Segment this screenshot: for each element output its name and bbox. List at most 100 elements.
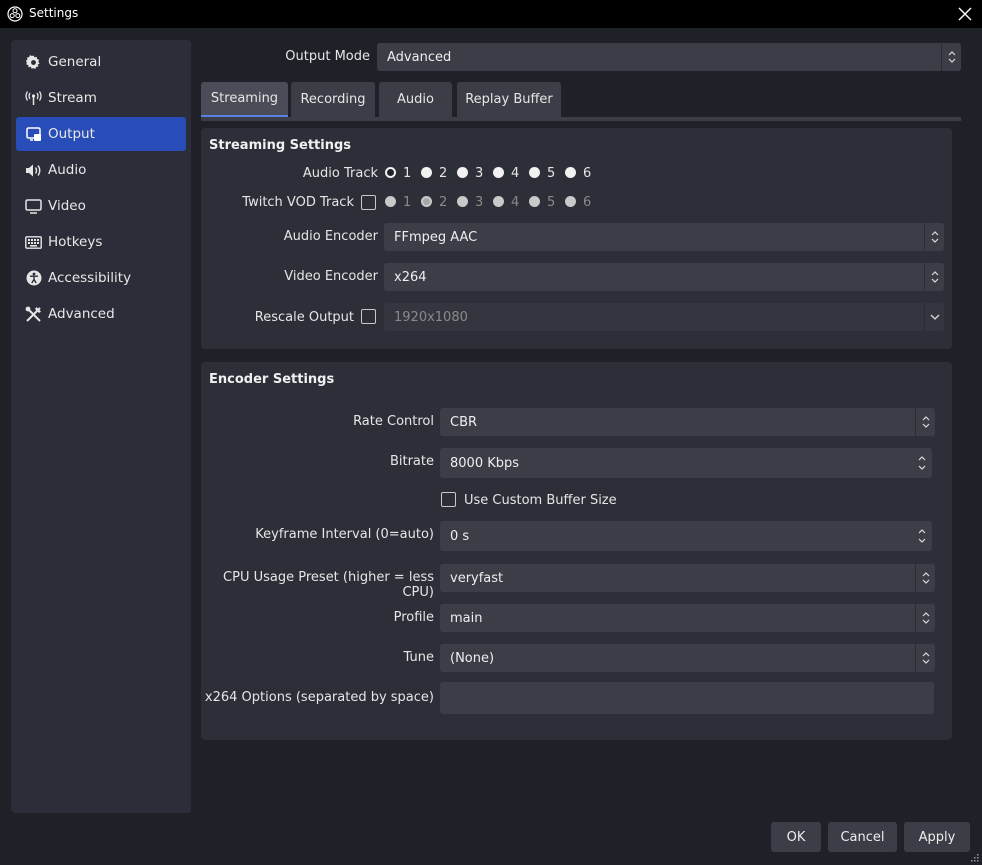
sidebar-item-accessibility[interactable]: Accessibility	[16, 261, 186, 295]
x264-options-input[interactable]	[440, 682, 934, 714]
twitch-track-label-6: 6	[583, 195, 592, 210]
profile-value: main	[450, 610, 483, 626]
rescale-output-label: Rescale Output	[254, 310, 354, 325]
audio-encoder-value: FFmpeg AAC	[394, 229, 478, 245]
tune-value: (None)	[450, 650, 495, 666]
updown-arrows-icon	[941, 43, 961, 71]
updown-arrows-icon	[915, 564, 935, 592]
profile-select[interactable]: main	[440, 604, 935, 632]
audio-track-radio-5[interactable]	[529, 167, 540, 178]
audio-track-radio-6[interactable]	[565, 167, 576, 178]
updown-arrows-icon	[915, 408, 935, 436]
twitch-vod-checkbox[interactable]	[361, 195, 376, 210]
audio-track-radio-1[interactable]	[385, 167, 396, 178]
audio-track-radio-3[interactable]	[457, 167, 468, 178]
cancel-button[interactable]: Cancel	[828, 822, 897, 852]
twitch-track-radio-2[interactable]	[421, 196, 432, 207]
cpu-preset-value: veryfast	[450, 570, 504, 586]
settings-sidebar: General Stream Output Audio Video Hotkey…	[11, 40, 191, 813]
audio-track-radio-4[interactable]	[493, 167, 504, 178]
updown-arrows-icon	[924, 223, 944, 251]
rescale-resolution-value: 1920x1080	[394, 309, 468, 325]
sidebar-item-output[interactable]: Output	[16, 117, 186, 151]
rate-control-select[interactable]: CBR	[440, 408, 935, 436]
sidebar-item-general[interactable]: General	[16, 45, 186, 79]
spin-arrows-icon[interactable]	[912, 521, 932, 551]
audio-encoder-label: Audio Encoder	[283, 229, 378, 244]
sidebar-item-label: Accessibility	[48, 270, 132, 286]
keyframe-interval-label: Keyframe Interval (0=auto)	[255, 527, 434, 542]
audio-track-radio-2[interactable]	[421, 167, 432, 178]
sidebar-item-label: Advanced	[48, 306, 115, 322]
video-encoder-label: Video Encoder	[284, 269, 378, 284]
rescale-output-checkbox[interactable]	[361, 309, 376, 324]
twitch-track-radio-3[interactable]	[457, 196, 468, 207]
tab-label: Streaming	[210, 91, 279, 106]
twitch-track-label-4: 4	[511, 195, 520, 210]
output-mode-label: Output Mode	[285, 49, 370, 64]
twitch-track-label-1: 1	[403, 195, 412, 210]
sidebar-item-video[interactable]: Video	[16, 189, 186, 223]
encoder-settings-title: Encoder Settings	[209, 372, 335, 387]
accessibility-icon	[25, 270, 42, 287]
twitch-track-label-2: 2	[439, 195, 448, 210]
obs-logo-icon	[7, 6, 23, 22]
streaming-settings-title: Streaming Settings	[209, 138, 352, 153]
video-encoder-select[interactable]: x264	[384, 263, 944, 291]
custom-buffer-checkbox[interactable]	[441, 492, 456, 507]
audio-track-label: Audio Track	[302, 166, 378, 181]
output-mode-select[interactable]: Advanced	[377, 43, 961, 71]
resize-grip-icon[interactable]	[969, 852, 979, 862]
audio-track-label-5: 5	[547, 166, 556, 181]
title-bar: Settings	[0, 0, 982, 28]
tab-label: Replay Buffer	[465, 92, 553, 107]
twitch-track-radio-1[interactable]	[385, 196, 396, 207]
tab-replay-buffer[interactable]: Replay Buffer	[457, 82, 561, 117]
custom-buffer-label: Use Custom Buffer Size	[464, 493, 617, 508]
sidebar-item-stream[interactable]: Stream	[16, 81, 186, 115]
cpu-preset-select[interactable]: veryfast	[440, 564, 935, 592]
updown-arrows-icon	[915, 604, 935, 632]
apply-button[interactable]: Apply	[904, 822, 970, 852]
tune-label: Tune	[403, 650, 434, 665]
cpu-preset-label: CPU Usage Preset (higher = less CPU)	[223, 570, 434, 600]
window-title: Settings	[29, 6, 79, 20]
audio-track-label-2: 2	[439, 166, 448, 181]
audio-track-label-6: 6	[583, 166, 592, 181]
tune-select[interactable]: (None)	[440, 644, 935, 672]
ok-button-label: OK	[786, 829, 806, 845]
sidebar-item-label: Video	[48, 198, 86, 214]
tab-streaming[interactable]: Streaming	[201, 82, 288, 117]
output-icon	[25, 126, 42, 143]
audio-encoder-select[interactable]: FFmpeg AAC	[384, 223, 944, 251]
tab-recording[interactable]: Recording	[291, 82, 375, 117]
sidebar-item-hotkeys[interactable]: Hotkeys	[16, 225, 186, 259]
twitch-track-radio-4[interactable]	[493, 196, 504, 207]
sidebar-item-label: Audio	[48, 162, 87, 178]
output-mode-value: Advanced	[387, 49, 452, 65]
tab-audio[interactable]: Audio	[379, 82, 452, 117]
video-encoder-value: x264	[394, 269, 427, 285]
ok-button[interactable]: OK	[771, 822, 821, 852]
monitor-icon	[25, 198, 42, 215]
cancel-button-label: Cancel	[840, 829, 885, 845]
close-icon[interactable]	[956, 5, 974, 23]
sidebar-item-audio[interactable]: Audio	[16, 153, 186, 187]
apply-button-label: Apply	[918, 829, 956, 845]
sidebar-item-label: Output	[48, 126, 95, 142]
twitch-track-radio-6[interactable]	[565, 196, 576, 207]
tab-label: Recording	[300, 92, 366, 107]
bitrate-spinbox[interactable]: 8000 Kbps	[440, 448, 932, 478]
sidebar-item-advanced[interactable]: Advanced	[16, 297, 186, 331]
keyboard-icon	[25, 234, 42, 251]
antenna-icon	[25, 90, 42, 107]
spin-arrows-icon[interactable]	[912, 448, 932, 478]
twitch-vod-label: Twitch VOD Track	[242, 195, 354, 210]
speaker-icon	[25, 162, 42, 179]
rescale-resolution-select[interactable]: 1920x1080	[384, 303, 944, 331]
rate-control-label: Rate Control	[353, 414, 434, 429]
rate-control-value: CBR	[450, 414, 478, 430]
sidebar-item-label: Hotkeys	[48, 234, 103, 250]
keyframe-interval-spinbox[interactable]: 0 s	[440, 521, 932, 551]
twitch-track-radio-5[interactable]	[529, 196, 540, 207]
